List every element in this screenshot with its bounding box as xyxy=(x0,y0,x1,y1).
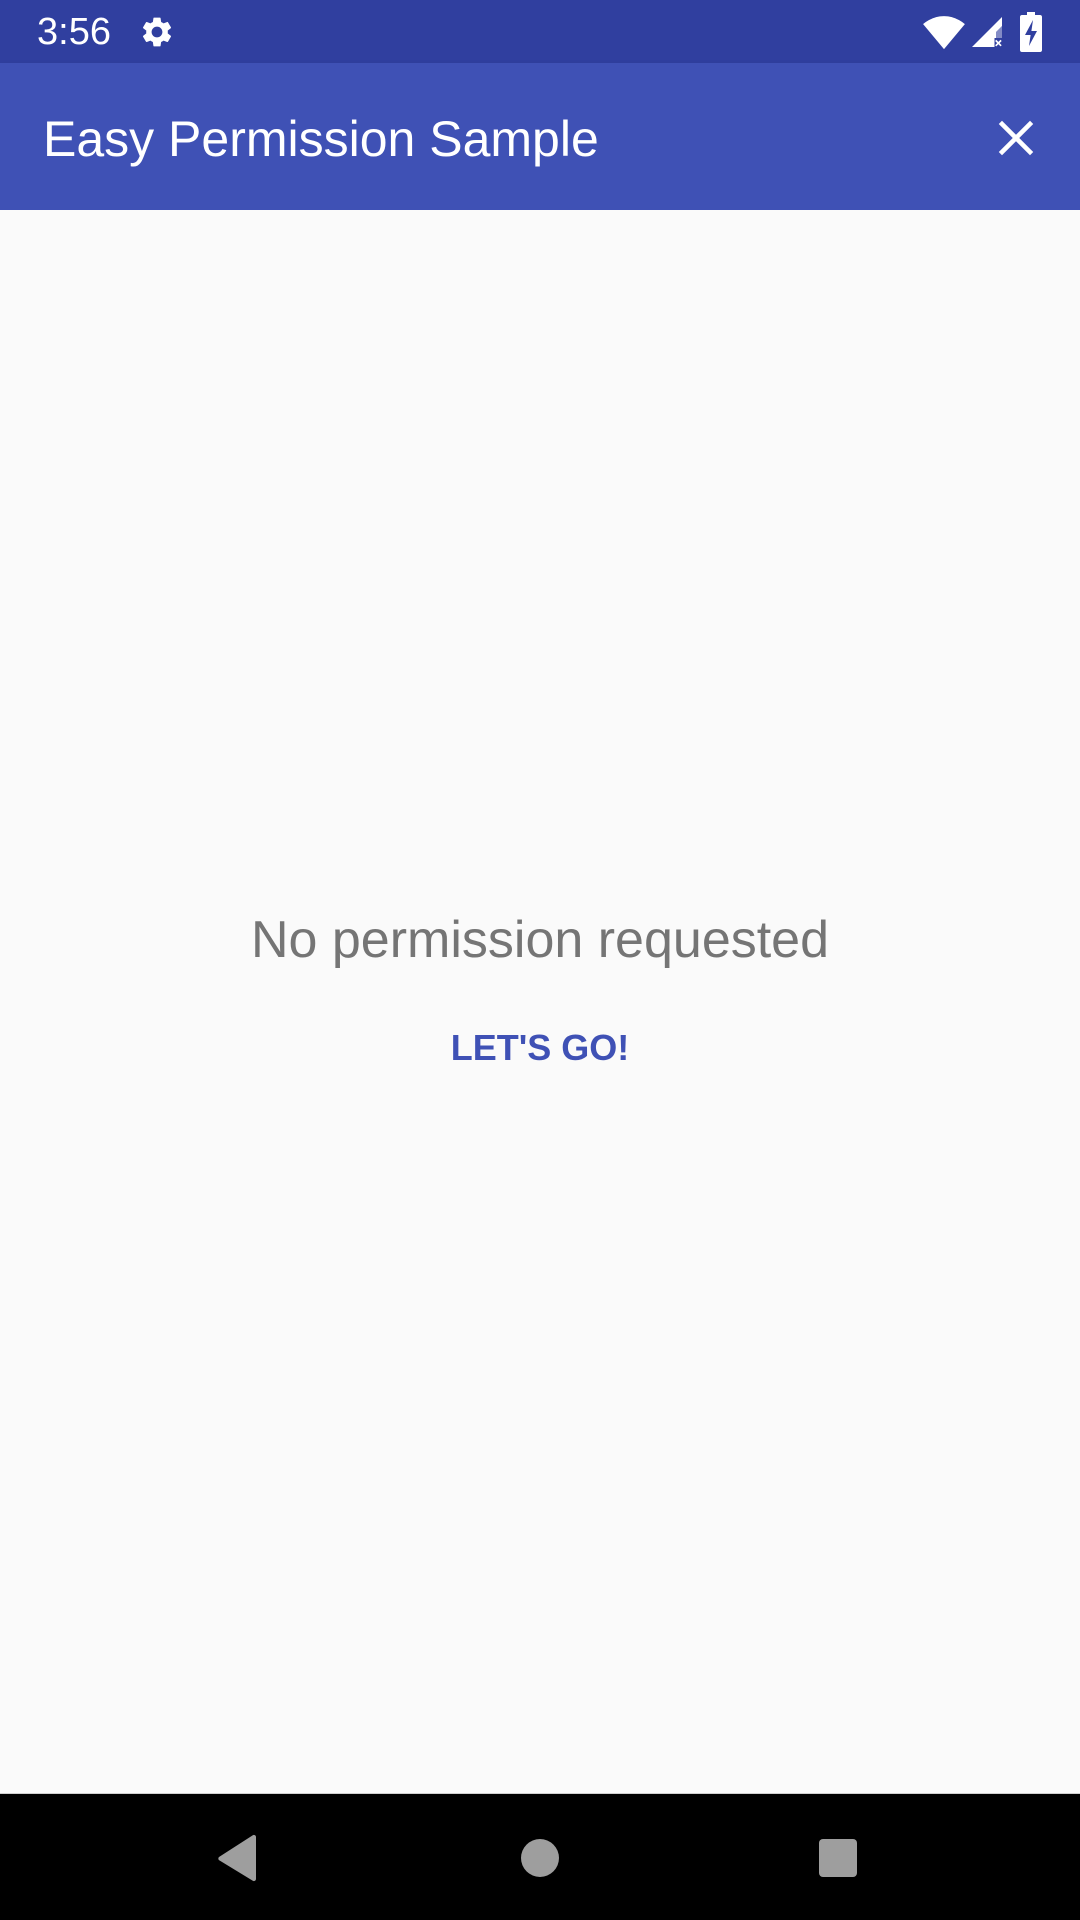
home-button[interactable] xyxy=(498,1816,582,1900)
wifi-icon xyxy=(923,16,965,50)
navigation-bar xyxy=(0,1793,1080,1920)
lets-go-button[interactable]: LET'S GO! xyxy=(420,1008,660,1088)
app-bar: Easy Permission Sample xyxy=(0,63,1080,210)
close-button[interactable] xyxy=(986,108,1046,168)
gear-icon xyxy=(142,17,172,47)
status-bar: 3:56 xyxy=(0,0,1080,63)
signal-icon xyxy=(972,17,1005,50)
battery-charging-icon xyxy=(1020,12,1042,52)
status-time: 3:56 xyxy=(37,11,111,53)
screen: 3:56 Easy Permission Sample No permissio… xyxy=(0,0,1080,1920)
app-title: Easy Permission Sample xyxy=(43,111,599,167)
back-icon xyxy=(218,1834,256,1882)
home-icon xyxy=(521,1839,559,1877)
recents-icon xyxy=(819,1839,857,1877)
close-icon xyxy=(998,120,1034,156)
recents-button[interactable] xyxy=(796,1816,880,1900)
permission-status-message: No permission requested xyxy=(250,911,830,969)
back-button[interactable] xyxy=(196,1816,280,1900)
main-content: No permission requested LET'S GO! xyxy=(0,210,1080,1793)
